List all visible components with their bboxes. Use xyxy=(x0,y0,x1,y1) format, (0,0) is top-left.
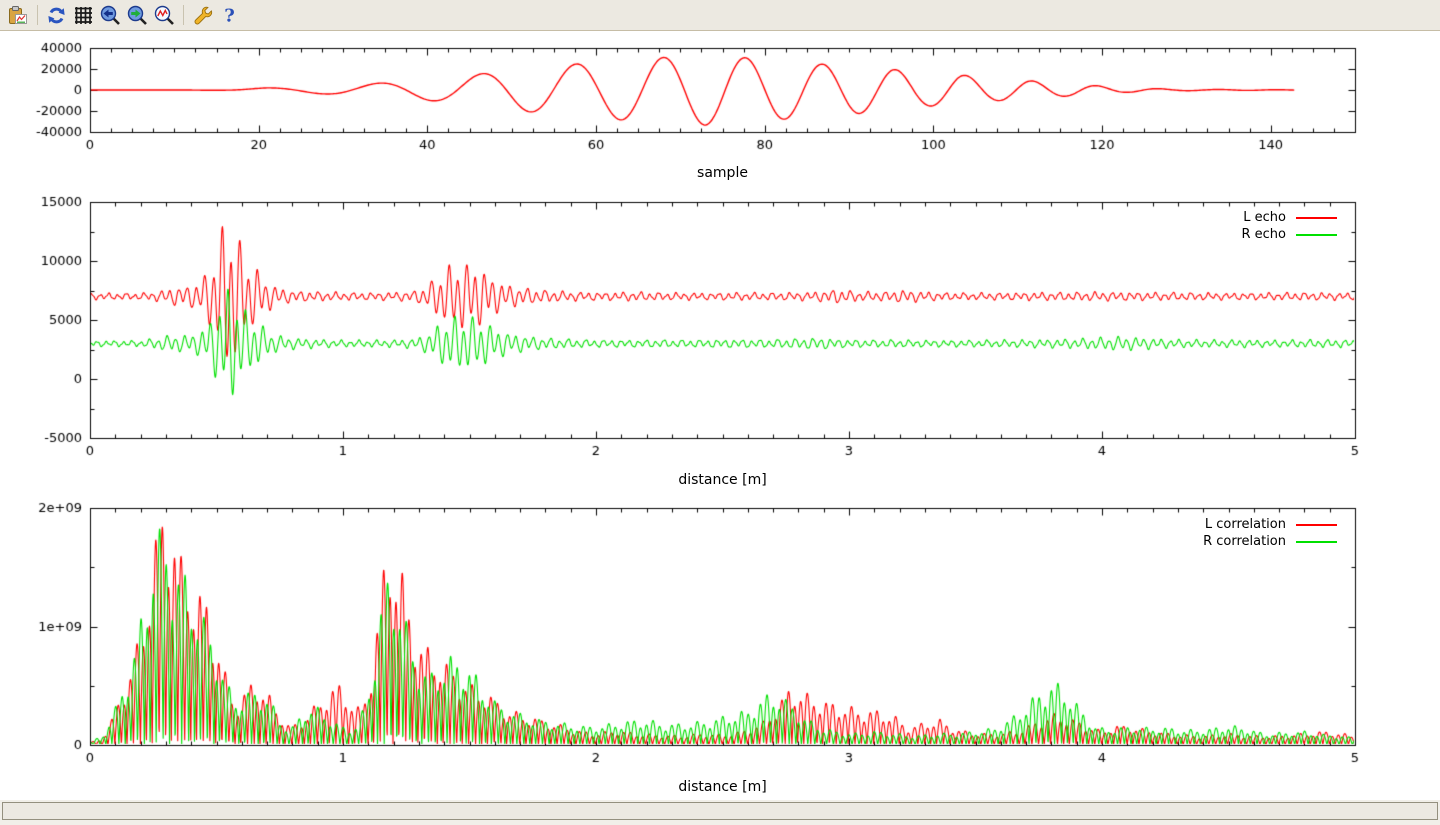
legend-entry: L correlation xyxy=(1203,516,1337,533)
legend-label: L echo xyxy=(1243,210,1286,225)
legend-entry: R correlation xyxy=(1203,533,1337,550)
legend-line-sample xyxy=(1296,217,1337,219)
toggle-grid-button[interactable] xyxy=(70,2,97,28)
plot2-x-axis-title: distance [m] xyxy=(90,472,1355,488)
replot-button[interactable] xyxy=(43,2,70,28)
status-field xyxy=(2,802,1438,820)
question-mark-icon: ? xyxy=(219,5,240,26)
plot3-legend: L correlation R correlation xyxy=(1203,516,1337,550)
status-bar xyxy=(0,800,1440,825)
legend-line-sample xyxy=(1296,234,1337,236)
zoom-next-button[interactable] xyxy=(124,2,151,28)
plot2-legend: L echo R echo xyxy=(1241,209,1337,243)
plot-area: sample distance [m] distance [m] L echo R… xyxy=(0,31,1440,800)
svg-text:?: ? xyxy=(224,5,235,26)
toolbar-separator xyxy=(37,5,38,25)
toolbar-separator xyxy=(183,5,184,25)
configure-button[interactable] xyxy=(189,2,216,28)
wrench-icon xyxy=(192,5,213,26)
legend-label: R echo xyxy=(1241,227,1286,242)
autoscale-button[interactable] xyxy=(151,2,178,28)
grid-icon xyxy=(73,5,94,26)
toolbar: ? xyxy=(0,0,1440,31)
zoom-previous-button[interactable] xyxy=(97,2,124,28)
copy-to-clipboard-button[interactable] xyxy=(5,2,32,28)
gnuplot-window: ? sample distance [m] distance [m] L ech… xyxy=(0,0,1440,825)
legend-label: L correlation xyxy=(1205,517,1286,532)
magnifier-right-arrow-icon xyxy=(127,5,148,26)
legend-entry: R echo xyxy=(1241,226,1337,243)
refresh-icon xyxy=(46,5,67,26)
plot3-x-axis-title: distance [m] xyxy=(90,779,1355,795)
magnifier-chart-icon xyxy=(154,5,175,26)
help-button[interactable]: ? xyxy=(216,2,243,28)
clipboard-chart-icon xyxy=(8,5,29,26)
legend-line-sample xyxy=(1296,524,1337,526)
magnifier-left-arrow-icon xyxy=(100,5,121,26)
legend-entry: L echo xyxy=(1241,209,1337,226)
plot1-x-axis-title: sample xyxy=(90,165,1355,181)
legend-line-sample xyxy=(1296,541,1337,543)
plots-canvas[interactable] xyxy=(0,31,1440,800)
legend-label: R correlation xyxy=(1203,534,1286,549)
